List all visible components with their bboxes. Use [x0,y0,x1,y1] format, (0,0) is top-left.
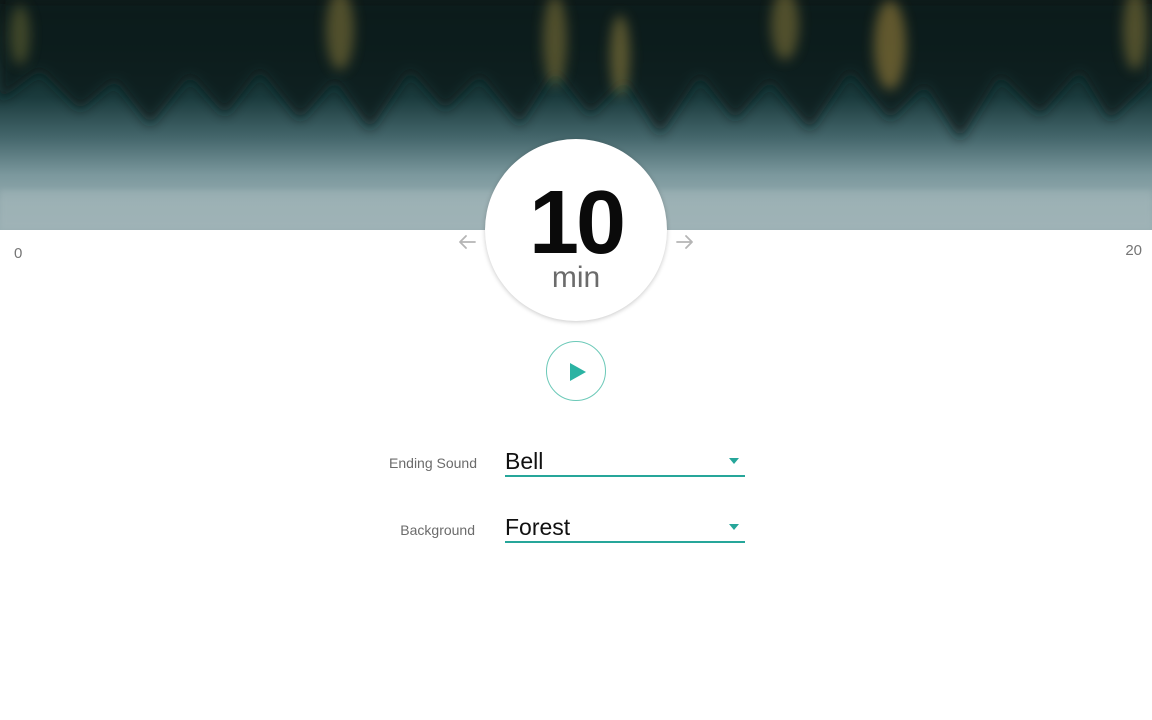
increase-time-button[interactable] [675,233,695,251]
ending-sound-label: Ending Sound [389,455,477,471]
timer-unit: min [551,261,601,294]
ending-sound-value: Bell [505,448,544,474]
range-max-label: 20 [1125,242,1142,259]
time-knob[interactable]: 10 min [485,139,667,321]
caret-down-icon [729,524,739,530]
decrease-time-button[interactable] [457,233,477,251]
arrow-left-icon [459,235,476,249]
background-label: Background [400,522,475,538]
timer-app: 0 20 10 min Ending Sound Bell Background… [0,0,1152,720]
background-select[interactable]: Forest [505,513,745,543]
play-button[interactable] [546,341,606,401]
timer-value: 10 [528,173,626,273]
background-value: Forest [505,514,571,540]
play-icon [570,363,586,381]
arrow-right-icon [676,235,693,249]
ending-sound-select[interactable]: Bell [505,447,745,477]
caret-down-icon [729,458,739,464]
range-min-label: 0 [14,245,23,262]
